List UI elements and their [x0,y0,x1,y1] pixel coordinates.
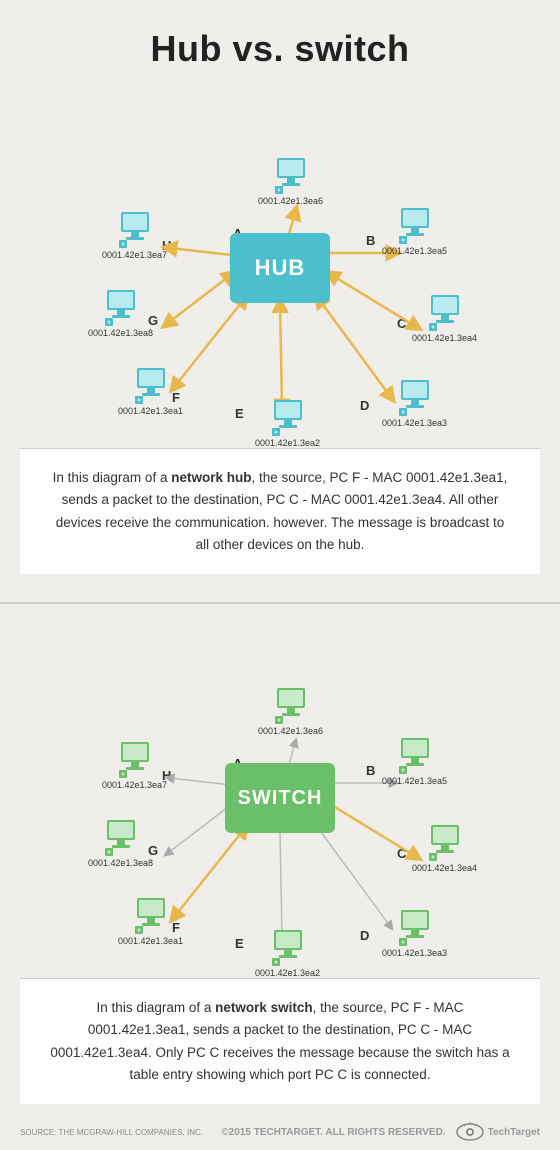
pc-icon [117,740,153,778]
switch-node-B-label: 0001.42e1.3ea5 [382,776,447,786]
pc-icon [273,686,309,724]
hub-node-B: 0001.42e1.3ea5 [382,206,447,256]
hub-center-box: HUB [230,233,330,303]
switch-node-H: 0001.42e1.3ea7 [102,740,167,790]
hub-node-G: 0001.42e1.3ea8 [88,288,153,338]
switch-diagram: SWITCH 0001.42e1.3ea6 A [0,618,560,978]
pc-icon [103,818,139,856]
hub-node-H-label: 0001.42e1.3ea7 [102,250,167,260]
pc-icon [103,288,139,326]
pc-icon [397,736,433,774]
switch-node-B: 0001.42e1.3ea5 [382,736,447,786]
switch-node-G: 0001.42e1.3ea8 [88,818,153,868]
hub-diagram: HUB 0001.42e1.3ea6 A [0,88,560,448]
footer-logo: ©2015 TECHTARGET. ALL RIGHTS RESERVED. T… [221,1122,540,1142]
switch-node-G-label: 0001.42e1.3ea8 [88,858,153,868]
hub-node-A: 0001.42e1.3ea6 [258,156,323,206]
switch-description-text: In this diagram of a network switch, the… [50,997,510,1086]
pc-icon [133,896,169,934]
switch-node-H-label: 0001.42e1.3ea7 [102,780,167,790]
hub-node-B-label: 0001.42e1.3ea5 [382,246,447,256]
hub-node-D-label: 0001.42e1.3ea3 [382,418,447,428]
hub-node-F: 0001.42e1.3ea1 [118,366,183,416]
footer: SOURCE: THE MCGRAW-HILL COMPANIES, INC. … [0,1114,560,1150]
pc-icon [117,210,153,248]
footer-logo-text: TechTarget [488,1127,540,1138]
techtarget-logo-icon [455,1122,485,1142]
footer-source-right: ©2015 TECHTARGET. ALL RIGHTS RESERVED. [221,1127,445,1138]
switch-node-F-label: 0001.42e1.3ea1 [118,936,183,946]
hub-node-E: 0001.42e1.3ea2 [255,398,320,448]
pc-icon [397,908,433,946]
hub-section: HUB 0001.42e1.3ea6 A [0,88,560,584]
pc-icon [397,206,433,244]
hub-description: In this diagram of a network hub, the so… [20,448,540,574]
pc-icon [133,366,169,404]
pc-icon [427,823,463,861]
hub-node-E-label: 0001.42e1.3ea2 [255,438,320,448]
hub-node-C-label: 0001.42e1.3ea4 [412,333,477,343]
page-title: Hub vs. switch [0,0,560,88]
switch-node-C: 0001.42e1.3ea4 [412,823,477,873]
hub-node-G-label: 0001.42e1.3ea8 [88,328,153,338]
hub-node-C: 0001.42e1.3ea4 [412,293,477,343]
switch-node-A-label: 0001.42e1.3ea6 [258,726,323,736]
hub-description-text: In this diagram of a network hub, the so… [50,467,510,556]
section-divider [0,602,560,604]
switch-node-F: 0001.42e1.3ea1 [118,896,183,946]
pc-icon [273,156,309,194]
switch-node-E-label: 0001.42e1.3ea2 [255,968,320,978]
hub-node-F-label: 0001.42e1.3ea1 [118,406,183,416]
pc-icon [397,378,433,416]
switch-node-D-label: 0001.42e1.3ea3 [382,948,447,958]
switch-section: SWITCH 0001.42e1.3ea6 A [0,618,560,1114]
switch-node-D: 0001.42e1.3ea3 [382,908,447,958]
pc-icon [270,928,306,966]
switch-node-E: 0001.42e1.3ea2 [255,928,320,978]
switch-center-box: SWITCH [225,763,335,833]
pc-icon [270,398,306,436]
pc-icon [427,293,463,331]
footer-source-left: SOURCE: THE MCGRAW-HILL COMPANIES, INC. [20,1128,203,1137]
hub-node-A-label: 0001.42e1.3ea6 [258,196,323,206]
hub-node-H: 0001.42e1.3ea7 [102,210,167,260]
switch-node-A: 0001.42e1.3ea6 [258,686,323,736]
switch-description: In this diagram of a network switch, the… [20,978,540,1104]
hub-node-D: 0001.42e1.3ea3 [382,378,447,428]
switch-node-C-label: 0001.42e1.3ea4 [412,863,477,873]
